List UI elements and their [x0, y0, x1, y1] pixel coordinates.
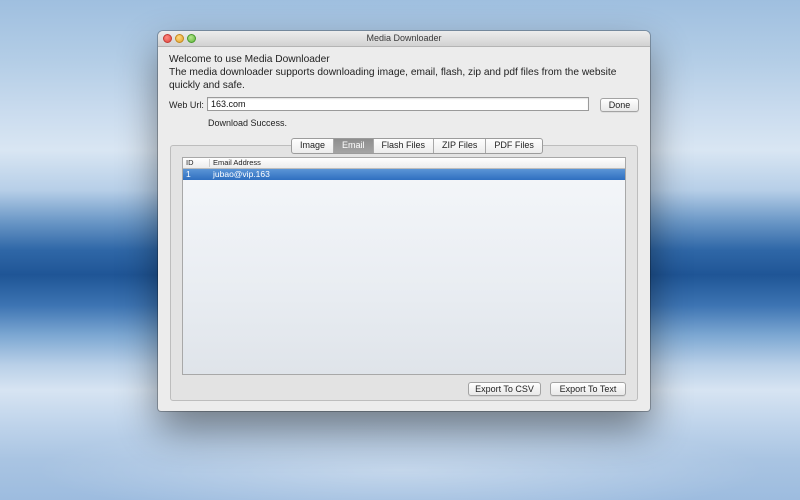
row-email-cell: jubao@vip.163 [213, 169, 270, 179]
title-bar[interactable]: Media Downloader [158, 31, 650, 47]
done-button[interactable]: Done [600, 98, 639, 112]
tab-bar: Image Email Flash Files ZIP Files PDF Fi… [291, 138, 543, 154]
row-id-cell: 1 [186, 169, 191, 179]
media-downloader-window: Media Downloader Welcome to use Media Do… [158, 31, 650, 411]
tab-pdf-files[interactable]: PDF Files [486, 139, 542, 153]
web-url-label: Web Url: [169, 100, 204, 110]
status-text: Download Success. [208, 118, 288, 128]
column-header-email[interactable]: Email Address [213, 158, 261, 168]
table-header: ID Email Address [183, 158, 625, 169]
export-text-button[interactable]: Export To Text [550, 382, 626, 396]
window-title: Media Downloader [366, 33, 442, 43]
web-url-input[interactable] [207, 97, 589, 111]
intro-description-continued: quickly and safe. [169, 80, 245, 91]
intro-welcome: Welcome to use Media Downloader [169, 54, 330, 65]
tab-zip-files[interactable]: ZIP Files [434, 139, 487, 153]
column-divider[interactable] [209, 159, 210, 167]
table-row[interactable]: 1 jubao@vip.163 [183, 169, 625, 180]
column-header-id[interactable]: ID [186, 158, 194, 168]
email-table[interactable]: ID Email Address 1 jubao@vip.163 [182, 157, 626, 375]
tab-flash-files[interactable]: Flash Files [374, 139, 435, 153]
intro-description: The media downloader supports downloadin… [169, 67, 617, 78]
tab-email[interactable]: Email [334, 139, 374, 153]
export-csv-button[interactable]: Export To CSV [468, 382, 541, 396]
intro-text: Welcome to use Media Downloader The medi… [169, 53, 639, 92]
tab-image[interactable]: Image [292, 139, 335, 153]
